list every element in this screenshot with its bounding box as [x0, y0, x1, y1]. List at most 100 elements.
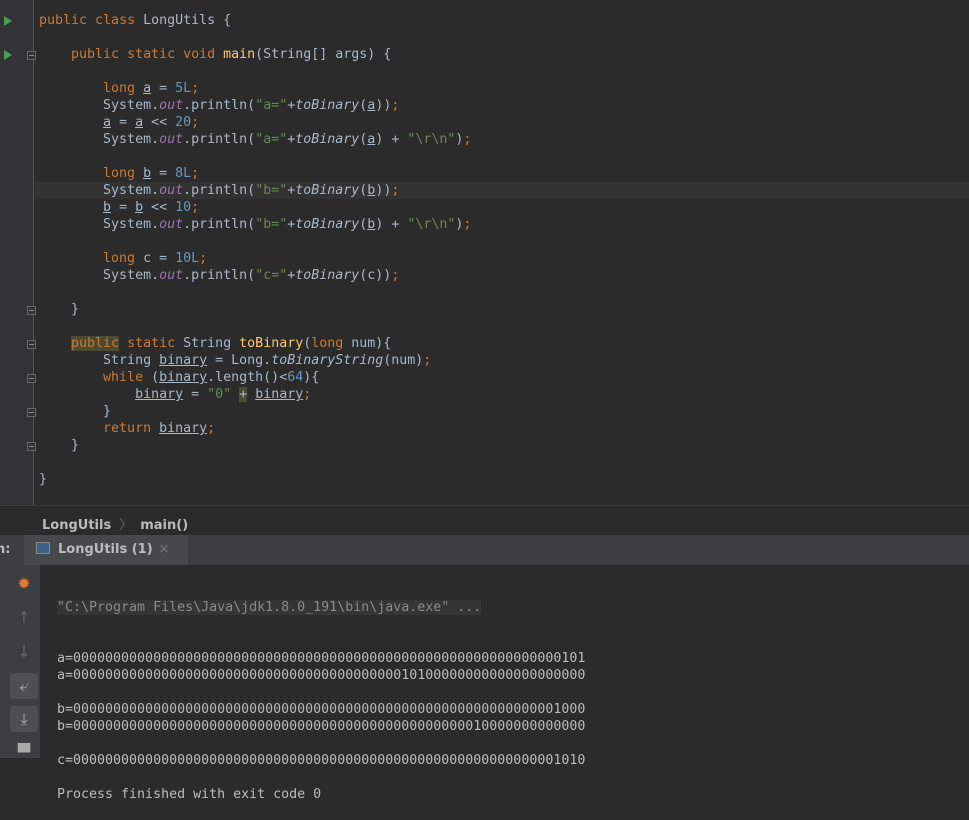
bug-icon[interactable]: ✹ [10, 571, 38, 597]
run-arrow-icon[interactable] [4, 16, 12, 26]
code-line[interactable]: long a = 5L; [39, 80, 471, 97]
code-token: System. [39, 183, 160, 198]
code-token: System. [39, 268, 160, 283]
console-output[interactable]: "C:\Program Files\Java\jdk1.8.0_191\bin\… [57, 565, 585, 820]
code-line[interactable] [39, 233, 471, 250]
run-label: n: [0, 542, 11, 557]
code-token: binary [255, 387, 304, 402]
code-token: long [311, 336, 352, 351]
breadcrumb-separator: 〉 [119, 518, 133, 533]
code-token: } [39, 302, 80, 317]
code-token: LongUtils { [143, 13, 232, 28]
code-token: a [103, 115, 112, 130]
code-token: .println( [183, 268, 256, 283]
code-token: "\r\n" [407, 217, 456, 232]
code-line[interactable]: System.out.println("b="+toBinary(b)); [34, 182, 969, 199]
code-token: "\r\n" [407, 132, 456, 147]
code-line[interactable]: public static void main(String[] args) { [39, 46, 471, 63]
scroll-to-end-icon[interactable]: ⤓ [10, 706, 38, 732]
code-token: (String[] args) { [255, 47, 392, 62]
code-line[interactable]: long b = 8L; [39, 165, 471, 182]
code-line[interactable]: } [39, 403, 471, 420]
code-token: ; [423, 353, 432, 368]
arrow-down-icon[interactable]: ↓ [10, 639, 38, 665]
fold-icon[interactable] [27, 408, 36, 417]
code-token: static [119, 336, 184, 351]
fold-icon[interactable] [27, 442, 36, 451]
soft-wrap-icon[interactable]: ⤶ [10, 673, 38, 699]
code-line[interactable]: System.out.println("b="+toBinary(b) + "\… [39, 216, 471, 233]
breadcrumb-class[interactable]: LongUtils [42, 518, 111, 533]
code-token: ; [303, 387, 312, 402]
code-editor[interactable]: public class LongUtils { public static v… [0, 0, 969, 505]
code-line[interactable]: System.out.println("a="+toBinary(a)); [39, 97, 471, 114]
code-token: toBinary [295, 132, 360, 147]
code-token: } [39, 404, 112, 419]
code-token: ; [391, 268, 400, 283]
arrow-up-icon[interactable]: ↑ [10, 605, 38, 631]
code-line[interactable]: } [39, 471, 471, 488]
code-token: 5L [175, 81, 192, 96]
code-token: .println( [183, 132, 256, 147]
run-tab[interactable]: LongUtils (1) × [24, 535, 188, 565]
code-token: long [39, 81, 144, 96]
code-token: << [143, 200, 176, 215]
code-line[interactable] [39, 63, 471, 80]
code-token: out [159, 217, 184, 232]
code-line[interactable]: b = b << 10; [39, 199, 471, 216]
code-line[interactable] [39, 148, 471, 165]
code-line[interactable]: binary = "0" + binary; [39, 386, 471, 403]
breadcrumb-method[interactable]: main() [140, 518, 188, 533]
code-token: "c=" [255, 268, 288, 283]
console-line: a=00000000000000000000000000000000000000… [57, 651, 586, 666]
fold-icon[interactable] [27, 374, 36, 383]
code-line[interactable]: while (binary.length()<64){ [39, 369, 471, 386]
code-line[interactable]: public static String toBinary(long num){ [39, 335, 471, 352]
fold-icon[interactable] [27, 51, 36, 60]
code-line[interactable] [39, 454, 471, 471]
code-token: binary [159, 353, 208, 368]
code-line[interactable]: String binary = Long.toBinaryString(num)… [39, 352, 471, 369]
code-line[interactable]: a = a << 20; [39, 114, 471, 131]
code-token: toBinary [295, 183, 360, 198]
fold-icon[interactable] [27, 340, 36, 349]
gutter [0, 0, 36, 505]
run-arrow-icon[interactable] [4, 50, 12, 60]
code-token: "a=" [255, 98, 288, 113]
code-line[interactable]: } [39, 437, 471, 454]
console-line: b=00000000000000000000000000000000000000… [57, 702, 586, 717]
code-token: String [183, 336, 240, 351]
code-line[interactable]: } [39, 301, 471, 318]
code-line[interactable]: System.out.println("c="+toBinary(c)); [39, 267, 471, 284]
code-token: System. [39, 132, 160, 147]
console-command: "C:\Program Files\Java\jdk1.8.0_191\bin\… [57, 600, 482, 615]
fold-icon[interactable] [27, 306, 36, 315]
code-token: binary [159, 421, 208, 436]
code-line[interactable]: long c = 10L; [39, 250, 471, 267]
code-token: .length()< [207, 370, 288, 385]
code-line[interactable]: public class LongUtils { [39, 12, 471, 29]
code-token: = [183, 387, 208, 402]
code-token: ; [191, 115, 200, 130]
code-token: 10L [175, 251, 200, 266]
code-token: ; [391, 98, 400, 113]
code-token: .println( [183, 217, 256, 232]
code-token: } [39, 472, 48, 487]
code-token: out [159, 98, 184, 113]
code-token: ; [463, 217, 472, 232]
code-line[interactable] [39, 29, 471, 46]
code-token: ) + [375, 132, 408, 147]
print-icon[interactable]: ▀ [10, 740, 38, 766]
code-token: ) + [375, 217, 408, 232]
code-line[interactable]: return binary; [39, 420, 471, 437]
close-icon[interactable]: × [159, 542, 170, 557]
code-line[interactable] [39, 284, 471, 301]
code-line[interactable]: System.out.println("a="+toBinary(a) + "\… [39, 131, 471, 148]
code-line[interactable] [39, 318, 471, 335]
code-content[interactable]: public class LongUtils { public static v… [34, 12, 969, 488]
